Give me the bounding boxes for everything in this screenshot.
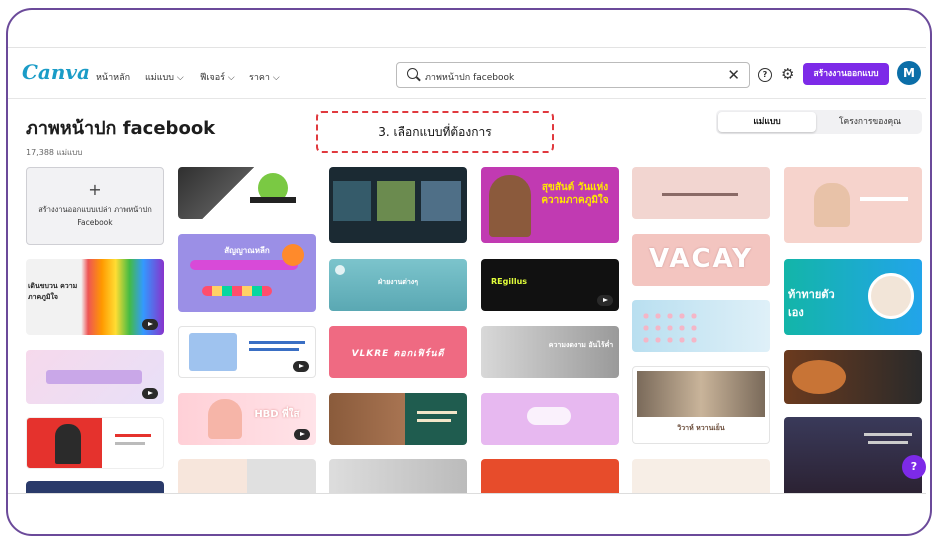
template-title: ท้าทายตัวเอง <box>788 288 835 319</box>
search-value: ภาพหน้าปก facebook <box>425 73 515 83</box>
text-line <box>417 419 451 422</box>
plus-icon: + <box>88 180 102 199</box>
template-card[interactable] <box>632 459 770 493</box>
play-icon <box>293 361 309 372</box>
play-icon <box>294 429 310 440</box>
template-card[interactable]: REgillus <box>481 259 619 311</box>
person-photo <box>208 399 242 439</box>
top-navbar: Canva หน้าหลัก แม่แบบ ⌵ ฟีเจอร์ ⌵ ราคา ⌵… <box>8 47 926 99</box>
tab-your-projects[interactable]: โครงการของคุณ <box>820 112 920 132</box>
text-line <box>868 441 908 444</box>
text-line <box>417 411 457 414</box>
nav-templates[interactable]: แม่แบบ ⌵ <box>145 70 184 84</box>
template-title: REgillus <box>491 277 528 286</box>
instruction-callout: 3. เลือกแบบที่ต้องการ <box>316 111 554 153</box>
template-card[interactable] <box>178 167 316 219</box>
play-icon <box>142 388 158 399</box>
search-input[interactable]: ภาพหน้าปก facebook ✕ <box>396 62 750 88</box>
template-title: ความงดงาม อันไร้ค่ำ <box>548 341 614 349</box>
wedding-photo <box>637 371 765 417</box>
canva-logo[interactable]: Canva <box>22 60 90 84</box>
food-photo <box>792 360 846 394</box>
template-card[interactable]: เดินขบวน ความภาคภูมิใจ <box>26 259 164 335</box>
create-blank-design-card[interactable]: + สร้างงานออกแบบเปล่า ภาพหน้าปก Facebook <box>26 167 164 245</box>
template-card[interactable] <box>178 459 316 493</box>
flower-shape <box>282 244 304 266</box>
template-title: เดินขบวน ความภาคภูมิใจ <box>28 282 78 301</box>
cloud-shape <box>527 407 571 425</box>
nav-home[interactable]: หน้าหลัก <box>96 70 130 84</box>
template-card[interactable]: VLKRE ดอกเฟิร์นดี <box>329 326 467 378</box>
gear-icon[interactable]: ⚙ <box>781 65 794 83</box>
text-line <box>115 442 145 445</box>
banner-shape <box>190 260 298 270</box>
search-icon <box>407 68 418 79</box>
template-card[interactable] <box>784 167 922 243</box>
create-blank-label: สร้างงานออกแบบเปล่า ภาพหน้าปก Facebook <box>38 205 152 227</box>
divider <box>8 493 926 494</box>
person-photo <box>814 183 850 227</box>
template-title: HBD พี่ใส <box>254 409 300 420</box>
person-photo <box>868 273 914 319</box>
nav-pricing[interactable]: ราคา ⌵ <box>249 70 280 84</box>
blossoms <box>640 310 698 344</box>
play-icon <box>597 295 613 306</box>
template-card[interactable] <box>329 393 467 445</box>
template-card[interactable]: ท้าทายตัวเอง <box>784 259 922 335</box>
photo <box>421 181 461 221</box>
clear-icon[interactable]: ✕ <box>727 66 740 84</box>
help-icon[interactable]: ? <box>758 68 772 82</box>
template-card[interactable] <box>26 350 164 404</box>
text-line <box>249 348 299 351</box>
template-card[interactable] <box>481 459 619 493</box>
template-card[interactable] <box>784 350 922 404</box>
text-line <box>250 197 296 203</box>
play-icon <box>142 319 158 330</box>
text-line <box>864 433 912 436</box>
template-card[interactable]: ฝ่ายงานต่างๆ <box>329 259 467 311</box>
tab-switcher: แม่แบบ โครงการของคุณ <box>716 110 922 134</box>
template-card[interactable] <box>26 417 164 469</box>
canva-app: Canva หน้าหลัก แม่แบบ ⌵ ฟีเจอร์ ⌵ ราคา ⌵… <box>8 47 926 493</box>
person-photo <box>55 424 81 464</box>
template-card[interactable]: สุขสันต์ วันแห่งความภาคภูมิใจ <box>481 167 619 243</box>
photo <box>333 181 371 221</box>
person-photo <box>489 175 531 237</box>
template-card[interactable] <box>632 300 770 352</box>
template-card[interactable] <box>26 481 164 493</box>
template-card[interactable] <box>632 167 770 219</box>
template-card[interactable] <box>178 326 316 378</box>
template-title: VACAY <box>648 244 754 274</box>
help-fab-button[interactable]: ? <box>902 455 926 479</box>
template-count: 17,388 แม่แบบ <box>26 148 83 157</box>
template-card[interactable]: วิวาห์ หวานเย็น <box>632 366 770 444</box>
template-title: ฝ่ายงานต่างๆ <box>378 278 418 286</box>
avatar[interactable]: M <box>897 61 921 85</box>
text-line <box>249 341 305 344</box>
text-line <box>115 434 151 437</box>
page-title: ภาพหน้าปก facebook <box>26 118 216 139</box>
flowers-row <box>202 286 272 296</box>
template-card[interactable]: VACAY <box>632 234 770 286</box>
template-card[interactable]: สัญญาณหลีก <box>178 234 316 312</box>
template-card[interactable] <box>481 393 619 445</box>
sun-icon <box>335 265 345 275</box>
tab-templates[interactable]: แม่แบบ <box>718 112 816 132</box>
template-title: VLKRE ดอกเฟิร์นดี <box>351 349 445 359</box>
template-card[interactable]: ความงดงาม อันไร้ค่ำ <box>481 326 619 378</box>
illustration <box>189 333 237 371</box>
nav-features[interactable]: ฟีเจอร์ ⌵ <box>200 70 235 84</box>
create-design-button[interactable]: สร้างงานออกแบบ <box>803 63 889 85</box>
photo <box>377 181 415 221</box>
template-card[interactable]: HBD พี่ใส <box>178 393 316 445</box>
text-line <box>662 193 738 196</box>
template-title: สุขสันต์ วันแห่งความภาคภูมิใจ <box>541 182 609 206</box>
template-title: วิวาห์ หวานเย็น <box>677 424 725 432</box>
text-line <box>860 197 908 201</box>
callout-text: 3. เลือกแบบที่ต้องการ <box>378 125 492 139</box>
template-card[interactable] <box>329 459 467 493</box>
template-card[interactable] <box>784 417 922 493</box>
banner-shape <box>46 370 142 384</box>
template-card[interactable] <box>329 167 467 243</box>
